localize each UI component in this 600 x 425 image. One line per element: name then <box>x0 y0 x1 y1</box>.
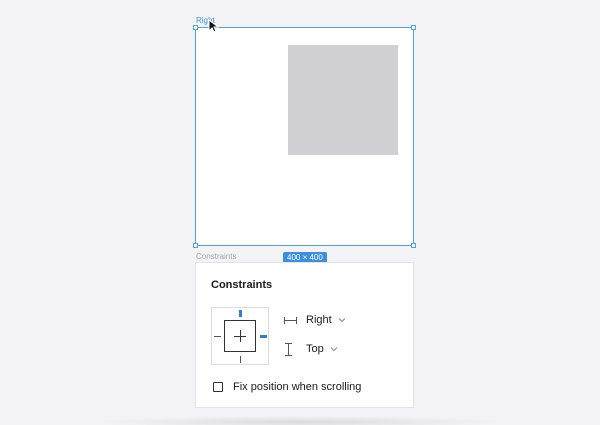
constraint-widget[interactable] <box>211 307 269 365</box>
vertical-constraint-icon <box>284 342 298 356</box>
child-rectangle[interactable] <box>288 45 398 155</box>
constraint-inner-box[interactable] <box>224 320 256 352</box>
constraint-top-handle[interactable] <box>239 310 242 317</box>
mouse-cursor-icon <box>208 19 220 33</box>
horizontal-constraint-dropdown[interactable]: Right <box>284 314 346 326</box>
horizontal-constraint-value: Right <box>306 314 332 326</box>
constraint-bottom-handle[interactable] <box>240 356 241 363</box>
design-canvas[interactable]: Right Constraints 400 × 400 Constraints <box>0 0 600 425</box>
panel-title: Constraints <box>211 279 273 291</box>
resize-handle-top-right[interactable] <box>411 25 416 30</box>
constraints-panel: Constraints Right Top Fix position when … <box>195 262 414 408</box>
resize-handle-top-left[interactable] <box>193 25 198 30</box>
constraints-caption: Constraints <box>196 252 237 261</box>
center-v-line <box>240 330 241 342</box>
vertical-constraint-dropdown[interactable]: Top <box>284 342 338 356</box>
constraint-left-handle[interactable] <box>214 336 221 337</box>
fix-position-option[interactable]: Fix position when scrolling <box>213 381 361 393</box>
resize-handle-bottom-right[interactable] <box>411 243 416 248</box>
fix-position-checkbox[interactable] <box>213 382 223 392</box>
horizontal-constraint-icon <box>284 314 298 326</box>
constraint-right-handle[interactable] <box>260 335 267 338</box>
chevron-down-icon <box>330 346 338 352</box>
chevron-down-icon <box>338 317 346 323</box>
selected-frame[interactable] <box>193 25 416 248</box>
resize-handle-bottom-left[interactable] <box>193 243 198 248</box>
fix-position-label: Fix position when scrolling <box>233 381 362 393</box>
panel-shadow <box>95 416 505 425</box>
vertical-constraint-value: Top <box>306 343 324 355</box>
